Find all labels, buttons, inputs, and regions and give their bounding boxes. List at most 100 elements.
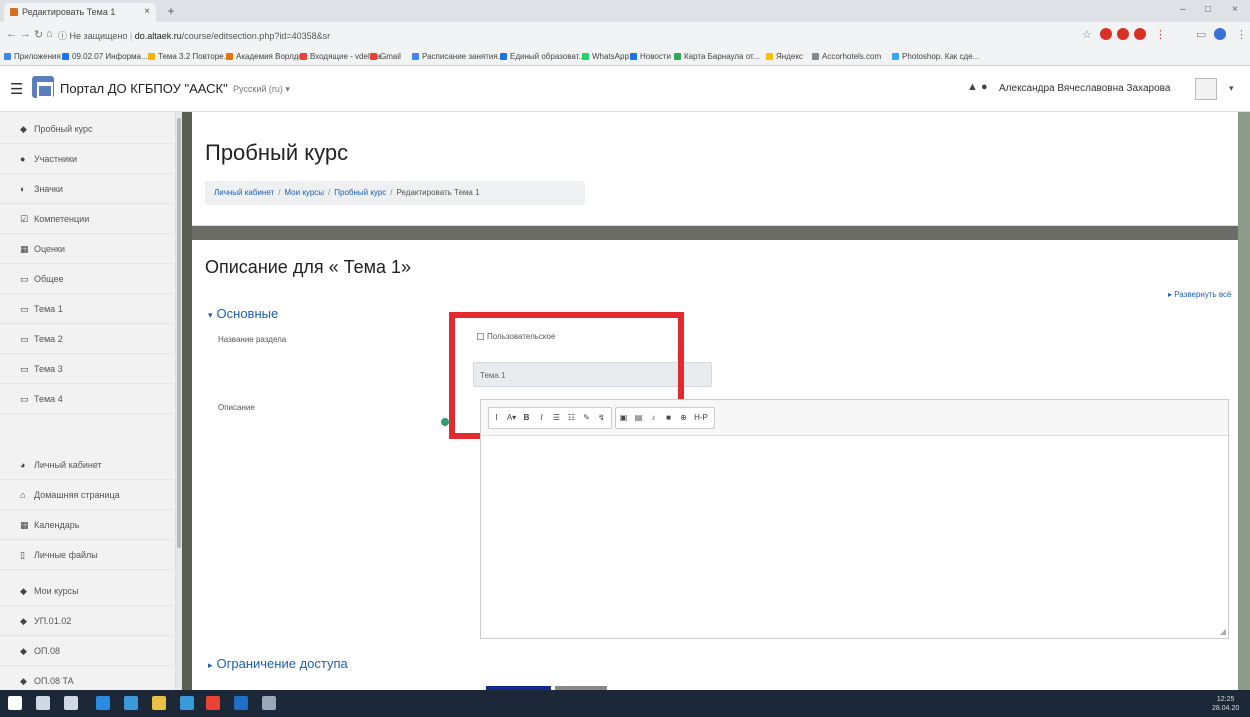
notifications-bell-icon[interactable]: ▲	[967, 81, 978, 93]
bookmark-item[interactable]: Тема 3.2 Повторе...	[148, 52, 230, 61]
browser-address-bar: ← → ↻ ⌂ ⓘ Не защищено | do.altaek.ru/cou…	[0, 22, 1250, 48]
site-logo[interactable]	[32, 76, 54, 98]
maximize-icon[interactable]: □	[1205, 4, 1211, 15]
search-icon[interactable]	[36, 696, 50, 710]
sidebar-item-grades[interactable]: ▦ Оценки	[0, 234, 175, 264]
home-icon[interactable]: ⌂	[46, 28, 53, 40]
numbered-list-icon[interactable]: ☷	[564, 408, 579, 428]
star-icon[interactable]: ☆	[1082, 28, 1092, 41]
sidebar-item-topic-3[interactable]: ▭ Тема 3	[0, 354, 175, 384]
breadcrumb-my-courses[interactable]: Мои курсы	[284, 188, 324, 197]
close-window-icon[interactable]: ×	[1232, 4, 1238, 15]
media-icon[interactable]: ▤	[631, 408, 646, 428]
font-style-icon[interactable]: A▾	[504, 408, 519, 428]
browser-tab[interactable]: Редактировать Тема 1 ×	[4, 3, 156, 22]
extension-icon[interactable]	[1134, 28, 1146, 40]
help-icon[interactable]	[441, 418, 449, 426]
minimize-icon[interactable]: –	[1180, 4, 1186, 15]
bookmark-item[interactable]: 09.02.07 Информа...	[62, 52, 148, 61]
hamburger-menu-icon[interactable]: ☰	[10, 80, 23, 98]
user-menu-caret-icon[interactable]: ▾	[1229, 83, 1234, 94]
windows-start-icon[interactable]	[8, 696, 22, 710]
site-name[interactable]: Портал ДО КГБПОУ "ААСК"	[60, 81, 228, 96]
extension-icon[interactable]	[1100, 28, 1112, 40]
task-view-icon[interactable]	[64, 696, 78, 710]
bullet-list-icon[interactable]: ☰	[549, 408, 564, 428]
graduation-cap-icon: ◆	[20, 646, 27, 656]
avatar[interactable]	[1195, 78, 1217, 100]
taskbar-clock[interactable]: 12:25 28.04.20	[1212, 695, 1239, 713]
bold-icon[interactable]: B	[519, 408, 534, 428]
sidebar-item-topic-2[interactable]: ▭ Тема 2	[0, 324, 175, 354]
bookmark-item[interactable]: Карта Барнаула от...	[674, 52, 759, 61]
sidebar-item-badges[interactable]: ◐ Значки	[0, 174, 175, 204]
office-icon[interactable]	[234, 696, 248, 710]
sidebar-item-calendar[interactable]: ▦ Календарь	[0, 510, 175, 540]
profile-icon[interactable]	[1214, 28, 1226, 40]
section-general-toggle[interactable]: ▾ Основные	[208, 306, 278, 321]
folder-icon: ▭	[20, 394, 29, 404]
cast-icon[interactable]: ▭	[1196, 28, 1206, 41]
bookmark-item[interactable]: Gmail	[370, 52, 401, 61]
link-icon[interactable]: ✎	[579, 408, 594, 428]
bookmark-item[interactable]: Расписание занятия...	[412, 52, 504, 61]
forward-icon[interactable]: →	[20, 28, 31, 40]
ie-icon[interactable]	[96, 696, 110, 710]
sidebar-item-course-op08ta[interactable]: ◆ ОП.08 ТА	[0, 666, 175, 690]
section-restrict-access-toggle[interactable]: ▸ Ограничение доступа	[208, 656, 348, 671]
expand-all-link[interactable]: ▸ Развернуть всё	[1168, 290, 1231, 299]
bookmark-icon	[300, 53, 307, 60]
sidebar-item-course-up0102[interactable]: ◆ УП.01.02	[0, 606, 175, 636]
store-icon[interactable]	[124, 696, 138, 710]
record-audio-icon[interactable]: ♪	[646, 408, 661, 428]
language-menu[interactable]: Русский (ru) ▾	[233, 84, 290, 95]
italic-icon[interactable]: I	[534, 408, 549, 428]
sidebar-item-competencies[interactable]: ☑ Компетенции	[0, 204, 175, 234]
breadcrumb-dashboard[interactable]: Личный кабинет	[214, 188, 274, 197]
resize-handle-icon[interactable]: ◢	[1220, 627, 1226, 636]
sidebar-item-participants[interactable]: ● Участники	[0, 144, 175, 174]
files-icon[interactable]	[152, 696, 166, 710]
record-video-icon[interactable]: ■	[661, 408, 676, 428]
breadcrumb-course[interactable]: Пробный курс	[334, 188, 386, 197]
user-name[interactable]: Александра Вячеславовна Захарова	[999, 83, 1170, 94]
extension-icon[interactable]	[1117, 28, 1129, 40]
sidebar-item-dashboard[interactable]: ◕ Личный кабинет	[0, 450, 175, 480]
url-field[interactable]: ⓘ Не защищено | do.altaek.ru/course/edit…	[58, 27, 1068, 43]
sidebar-item-private-files[interactable]: ▯ Личные файлы	[0, 540, 175, 570]
back-icon[interactable]: ←	[6, 28, 17, 40]
sidebar-item-general[interactable]: ▭ Общее	[0, 264, 175, 294]
bookmark-item[interactable]: WhatsApp	[582, 52, 629, 61]
image-icon[interactable]: ▣	[616, 408, 631, 428]
bookmark-item[interactable]: Приложения	[4, 52, 61, 61]
sidebar-item-course[interactable]: ◆ Пробный курс	[0, 114, 175, 144]
gmail-icon	[370, 53, 377, 60]
sidebar-item-my-courses[interactable]: ◆ Мои курсы	[0, 576, 175, 606]
sidebar-item-topic-1[interactable]: ▭ Тема 1	[0, 294, 175, 324]
windows-taskbar: 12:25 28.04.20	[0, 690, 1250, 717]
bookmark-item[interactable]: Яндекс	[766, 52, 803, 61]
reload-icon[interactable]: ↻	[34, 28, 43, 41]
sidebar-item-topic-4[interactable]: ▭ Тема 4	[0, 384, 175, 414]
sidebar-item-home[interactable]: ⌂ Домашняя страница	[0, 480, 175, 510]
mail-icon[interactable]	[180, 696, 194, 710]
bookmark-item[interactable]: Photoshop. Как сде...	[892, 52, 979, 61]
menu-dots-icon[interactable]: ⋮	[1155, 28, 1166, 41]
toolbar-toggle-icon[interactable]: I	[489, 408, 504, 428]
bookmark-item[interactable]: Единый образоват...	[500, 52, 585, 61]
close-tab-icon[interactable]: ×	[144, 6, 150, 17]
description-editor[interactable]: I A▾ B I ☰ ☷ ✎ ↯ ▣ ▤ ♪ ■ ⊕ H-P ◢	[480, 399, 1229, 639]
sidebar-scrollbar-thumb[interactable]	[177, 118, 181, 548]
chrome-icon[interactable]	[206, 696, 220, 710]
h5p-icon[interactable]: H-P	[691, 408, 711, 428]
bookmark-item[interactable]: Новости	[630, 52, 671, 61]
paint-icon[interactable]	[262, 696, 276, 710]
new-tab-button[interactable]: +	[163, 4, 179, 18]
chrome-menu-icon[interactable]: ⋮	[1236, 28, 1247, 41]
messages-icon[interactable]: ●	[981, 81, 988, 93]
sidebar-item-course-op08[interactable]: ◆ ОП.08	[0, 636, 175, 666]
manage-files-icon[interactable]: ⊕	[676, 408, 691, 428]
unlink-icon[interactable]: ↯	[594, 408, 609, 428]
bookmark-item[interactable]: Академия Ворлдс...	[226, 52, 309, 61]
bookmark-item[interactable]: Accorhotels.com	[812, 52, 881, 61]
